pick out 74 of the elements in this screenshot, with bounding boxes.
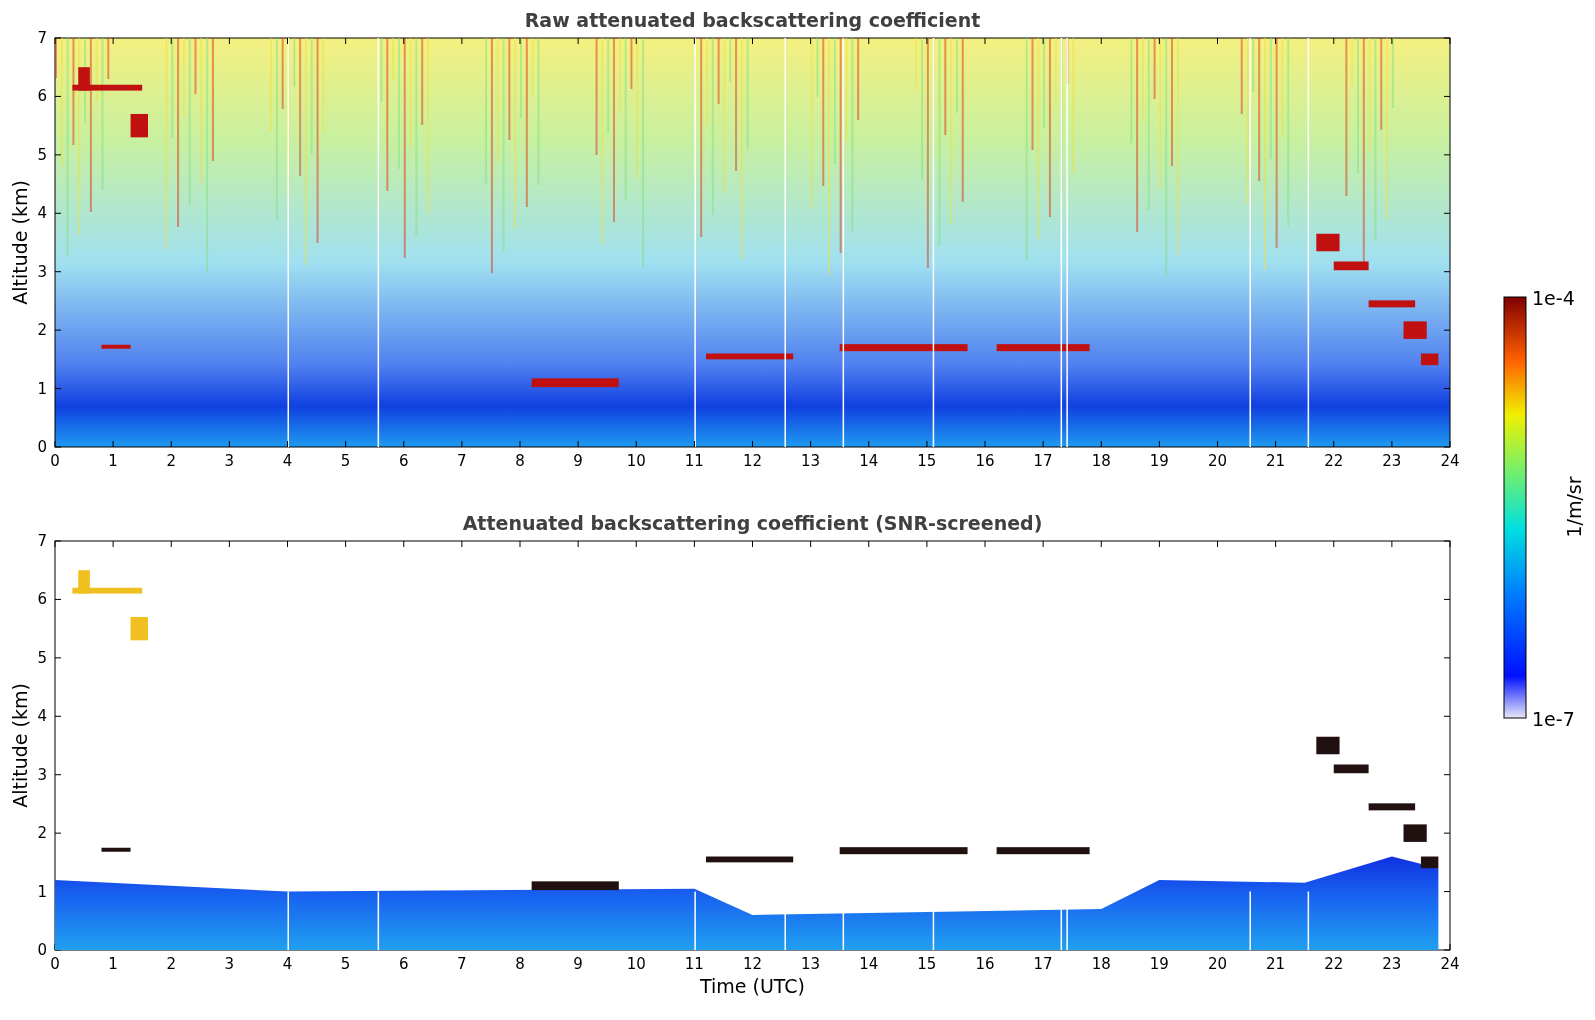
y-tick-label: 6 [37, 87, 47, 106]
x-tick-label: 7 [457, 452, 467, 470]
x-tick-label: 0 [50, 955, 60, 973]
x-tick-label: 13 [801, 452, 821, 470]
x-tick-label: 23 [1382, 452, 1402, 470]
x-tick-label: 13 [801, 955, 821, 973]
x-tick-label: 3 [224, 955, 235, 973]
x-tick-label: 7 [457, 955, 467, 973]
plot-title: Attenuated backscattering coefficient (SNR-screened) [462, 512, 1043, 534]
x-tick-label: 24 [1440, 955, 1460, 973]
x-tick-label: 19 [1149, 452, 1169, 470]
x-tick-label: 5 [340, 452, 351, 470]
x-tick-label: 23 [1382, 955, 1402, 973]
x-tick-label: 14 [859, 955, 879, 973]
x-tick-label: 20 [1207, 955, 1228, 973]
y-tick-label: 0 [37, 438, 47, 456]
y-tick-label: 1 [37, 379, 47, 398]
y-tick-label: 4 [37, 204, 47, 223]
x-tick-label: 4 [282, 955, 293, 973]
x-tick-label: 8 [515, 452, 525, 470]
x-tick-label: 11 [684, 452, 704, 470]
y-tick-label: 4 [37, 707, 47, 726]
x-tick-label: 16 [975, 452, 995, 470]
y-tick-label: 1 [37, 882, 47, 901]
x-tick-label: 6 [399, 452, 409, 470]
x-tick-label: 18 [1091, 955, 1111, 973]
x-tick-label: 21 [1266, 452, 1286, 470]
y-tick-label: 2 [37, 321, 47, 340]
x-tick-label: 9 [573, 955, 583, 973]
x-tick-label: 9 [573, 452, 583, 470]
x-tick-label: 10 [626, 452, 646, 470]
colorbar-min-label: 1e-7 [1532, 708, 1575, 730]
x-tick-label: 2 [166, 452, 176, 470]
x-tick-label: 12 [742, 955, 763, 973]
y-tick-label: 5 [37, 145, 47, 164]
x-tick-label: 15 [917, 955, 937, 973]
y-tick-label: 5 [37, 648, 47, 667]
x-tick-label: 10 [626, 955, 646, 973]
y-tick-label: 2 [37, 824, 47, 843]
x-tick-label: 19 [1149, 955, 1169, 973]
y-tick-label: 7 [37, 532, 47, 550]
y-tick-label: 6 [37, 590, 47, 609]
x-tick-label: 11 [684, 955, 704, 973]
x-tick-label: 14 [859, 452, 879, 470]
x-tick-label: 0 [50, 452, 60, 470]
x-tick-label: 17 [1033, 955, 1053, 973]
x-tick-label: 5 [340, 955, 351, 973]
x-tick-label: 18 [1091, 452, 1111, 470]
x-tick-label: 3 [224, 452, 235, 470]
x-tick-label: 1 [108, 955, 118, 973]
y-tick-label: 0 [37, 941, 47, 959]
y-tick-label: 3 [37, 765, 47, 784]
x-tick-label: 15 [917, 452, 937, 470]
x-axis-label: Time (UTC) [700, 975, 805, 997]
x-tick-label: 6 [399, 955, 409, 973]
y-axis-label: Altitude (km) [9, 180, 31, 305]
y-tick-label: 3 [37, 262, 47, 281]
x-tick-label: 22 [1324, 955, 1344, 973]
x-tick-label: 1 [108, 452, 118, 470]
x-tick-label: 22 [1324, 452, 1344, 470]
y-axis-label: Altitude (km) [9, 683, 31, 808]
x-tick-label: 24 [1440, 452, 1460, 470]
x-tick-label: 17 [1033, 452, 1053, 470]
colorbar-unit-label: 1/m/sr [1563, 476, 1585, 538]
x-tick-label: 20 [1207, 452, 1228, 470]
x-tick-label: 2 [166, 955, 176, 973]
x-tick-label: 16 [975, 955, 995, 973]
colorbar-max-label: 1e-4 [1532, 287, 1575, 309]
x-tick-label: 21 [1266, 955, 1286, 973]
y-tick-label: 7 [37, 29, 47, 47]
x-tick-label: 8 [515, 955, 525, 973]
x-tick-label: 12 [742, 452, 763, 470]
x-tick-label: 4 [282, 452, 293, 470]
plot-title: Raw attenuated backscattering coefficient [524, 9, 981, 31]
